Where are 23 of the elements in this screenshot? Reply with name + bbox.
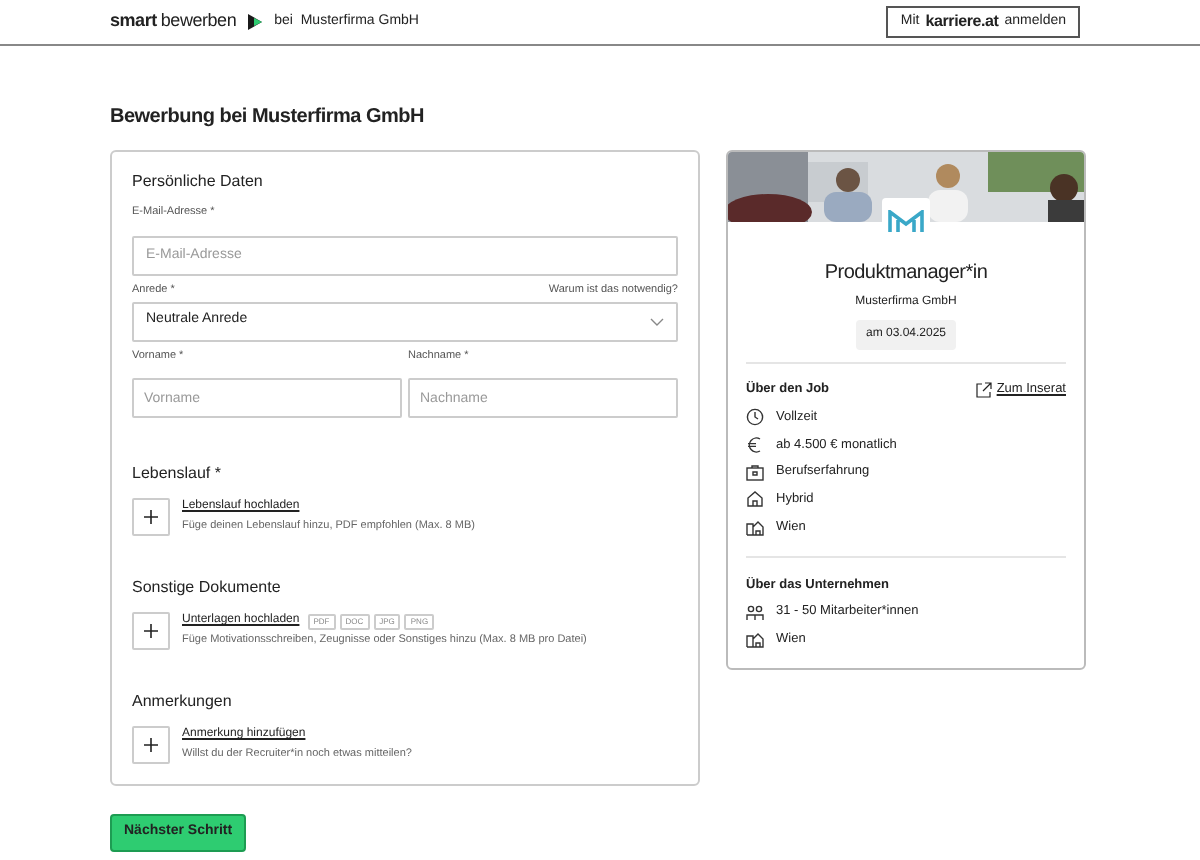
section-title: Sonstige Dokumente	[132, 576, 283, 600]
page-title: Bewerbung bei Musterfirma GmbH	[110, 104, 426, 132]
euro-icon	[746, 435, 764, 454]
add-button[interactable]	[132, 726, 170, 764]
brand-logo[interactable]: smart bewerben	[110, 8, 237, 36]
plus-icon	[144, 738, 158, 752]
plus-icon	[144, 510, 158, 524]
section-title: Lebenslauf *	[132, 462, 223, 486]
buildings-icon	[746, 630, 764, 649]
buildings-icon	[746, 518, 764, 537]
job-title: Produktmanager*in	[822, 260, 990, 288]
house-icon	[746, 490, 764, 509]
section-title: Anmerkungen	[132, 690, 234, 714]
play-icon	[248, 14, 263, 30]
plus-icon	[144, 624, 158, 638]
people-icon	[746, 603, 764, 622]
add-button[interactable]	[132, 612, 170, 650]
section-title: Persönliche Daten	[132, 170, 265, 194]
clock-icon	[746, 408, 764, 427]
briefcase-icon	[746, 463, 764, 482]
external-link-icon	[976, 381, 993, 398]
chevron-down-icon	[650, 317, 664, 325]
add-button[interactable]	[132, 498, 170, 536]
